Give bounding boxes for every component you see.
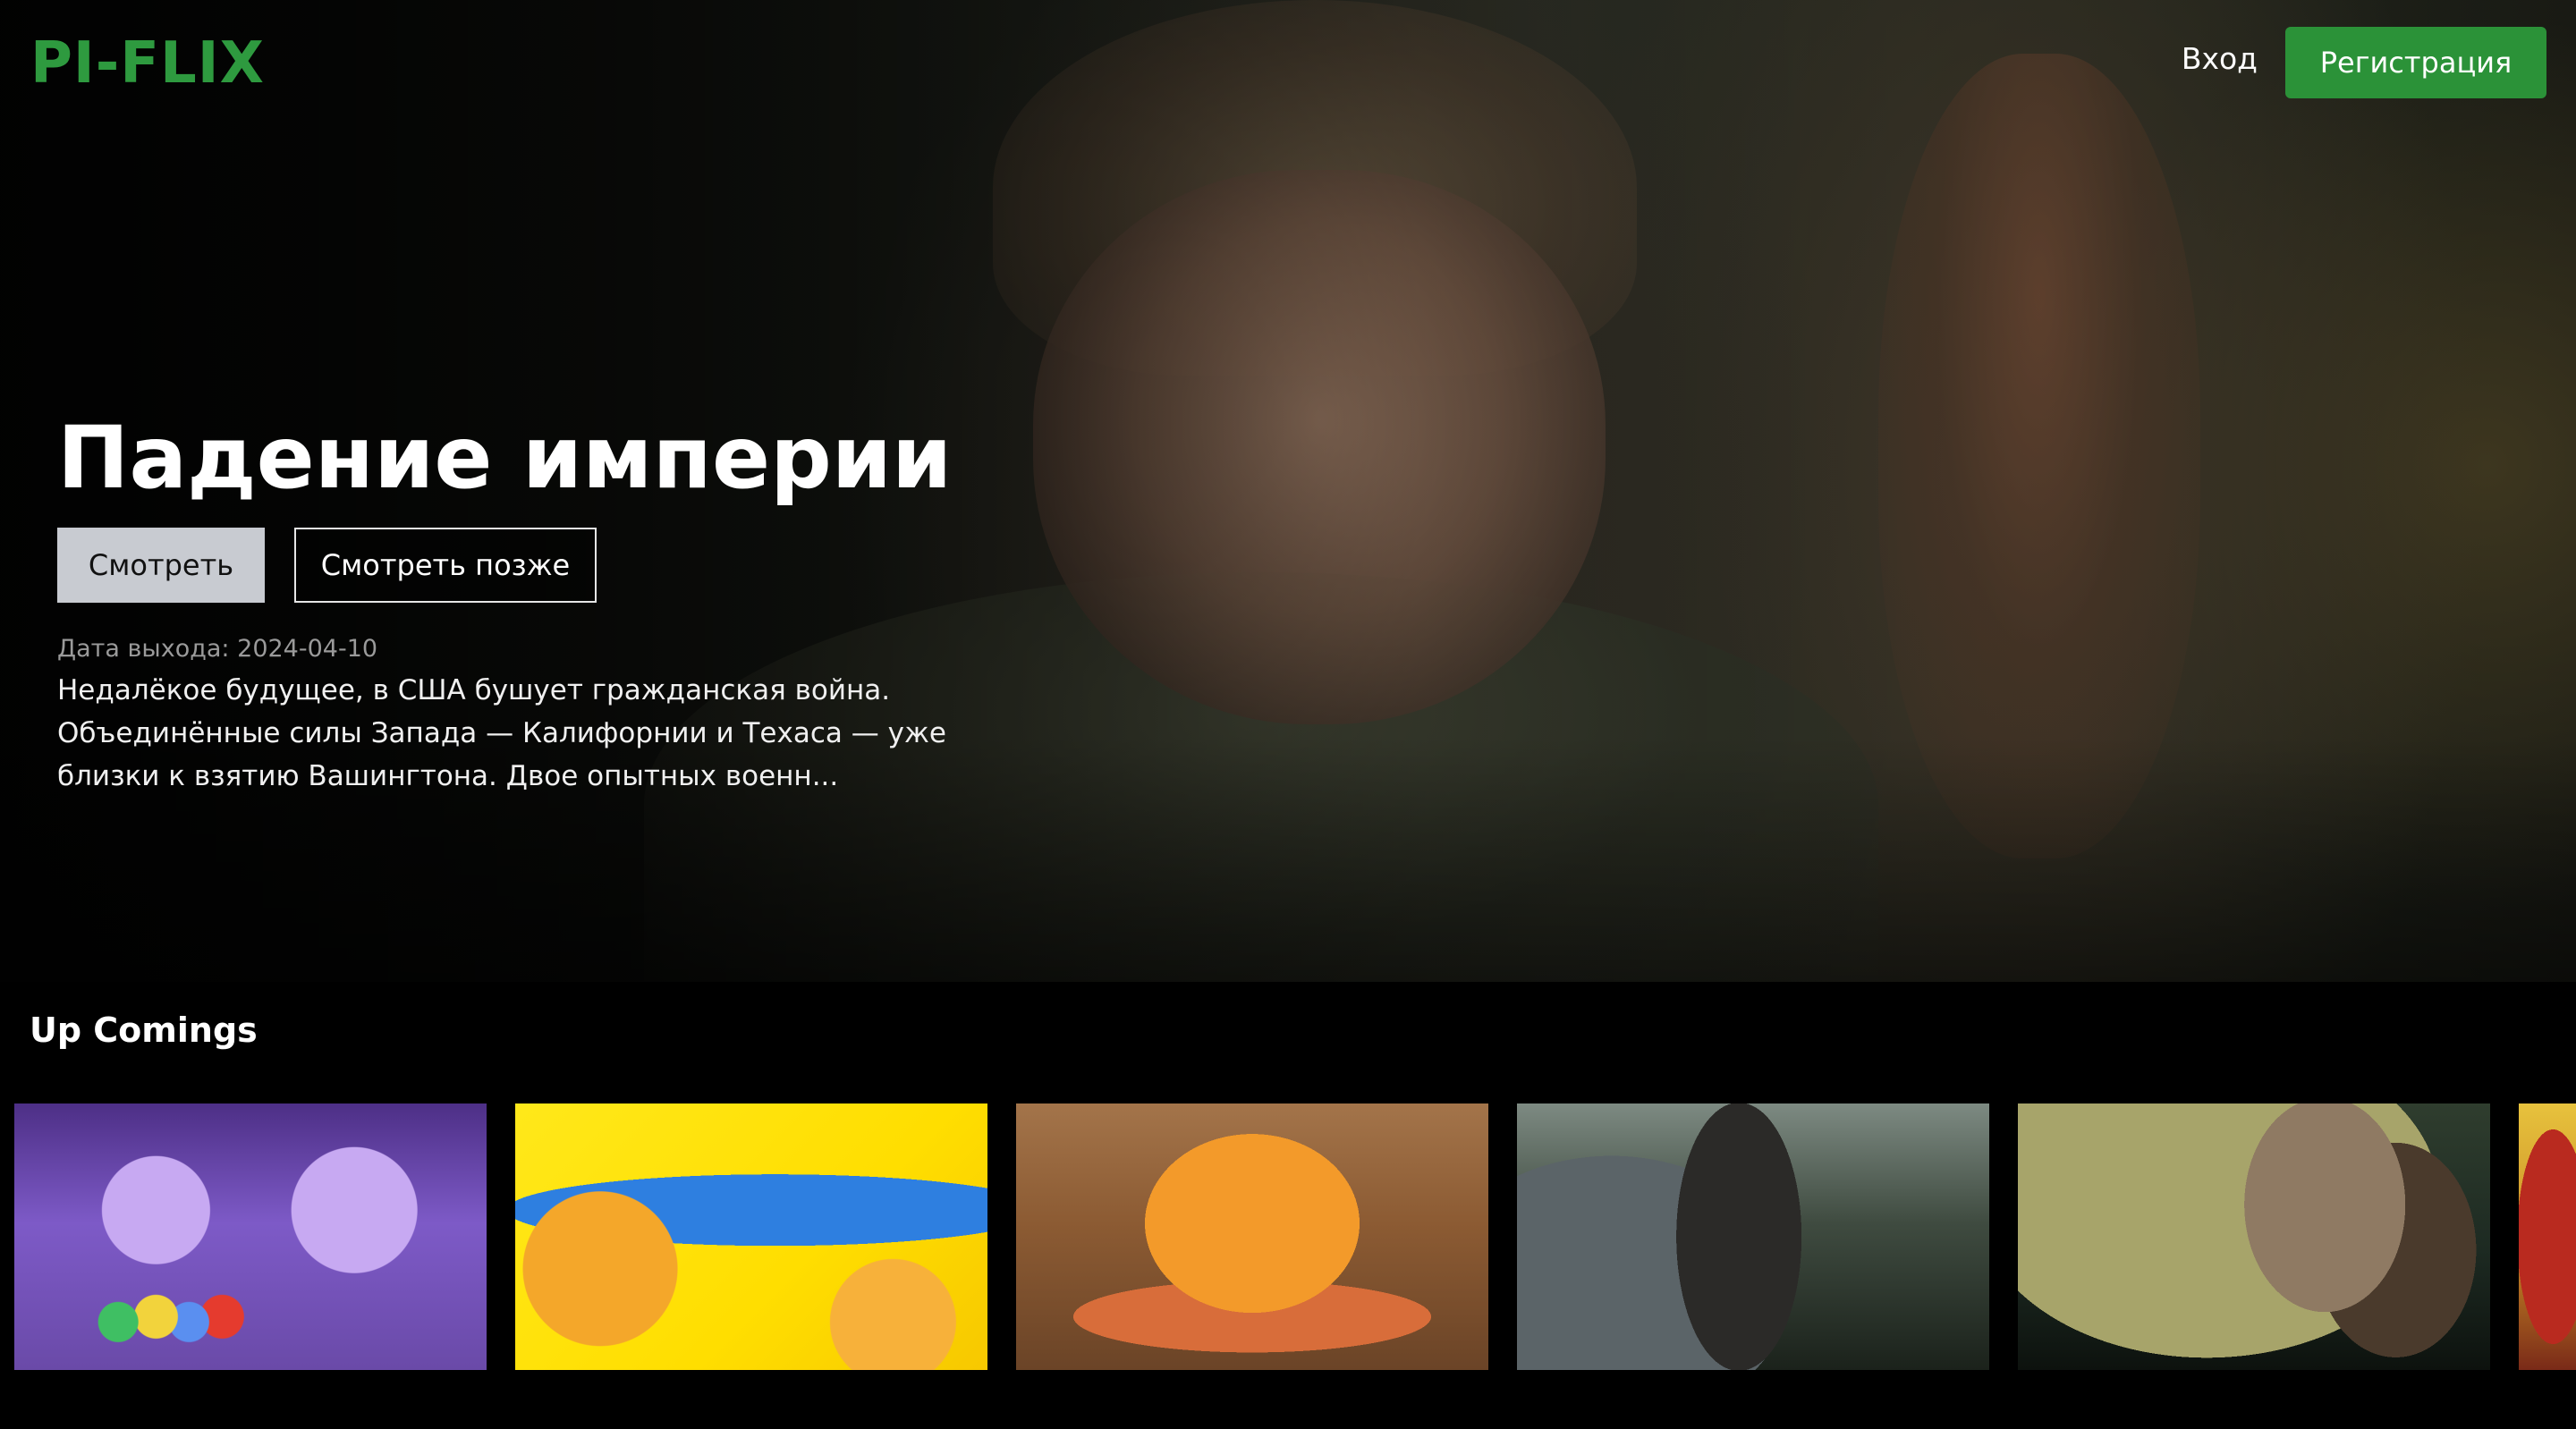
upcoming-poster-card[interactable] bbox=[1517, 1103, 1989, 1370]
poster-image bbox=[1517, 1103, 1989, 1370]
watch-button[interactable]: Смотреть bbox=[57, 528, 265, 603]
login-link[interactable]: Вход bbox=[2182, 41, 2258, 76]
poster-image bbox=[1016, 1103, 1488, 1370]
upcoming-section-title: Up Comings bbox=[30, 1010, 258, 1050]
poster-image bbox=[2519, 1103, 2576, 1370]
upcoming-poster-card[interactable] bbox=[2519, 1103, 2576, 1370]
upcoming-poster-card[interactable] bbox=[14, 1103, 487, 1370]
poster-image bbox=[14, 1103, 487, 1370]
release-date-value: 2024-04-10 bbox=[237, 635, 378, 663]
watch-later-button[interactable]: Смотреть позже bbox=[294, 528, 597, 603]
release-date: Дата выхода: 2024-04-10 bbox=[57, 633, 377, 665]
upcoming-poster-card[interactable] bbox=[515, 1103, 987, 1370]
hero-overview: Недалёкое будущее, в США бушует гражданс… bbox=[57, 674, 946, 792]
upcoming-carousel[interactable] bbox=[0, 1103, 2576, 1370]
poster-image bbox=[515, 1103, 987, 1370]
upcoming-poster-card[interactable] bbox=[1016, 1103, 1488, 1370]
upcoming-poster-card[interactable] bbox=[2018, 1103, 2490, 1370]
release-date-label: Дата выхода: bbox=[57, 635, 230, 663]
register-button[interactable]: Регистрация bbox=[2285, 27, 2546, 98]
logo[interactable]: PI-FLIX bbox=[30, 30, 265, 97]
hero-banner: PI-FLIX Вход Регистрация Падение империи… bbox=[0, 0, 2576, 982]
hero-title: Падение империи bbox=[57, 408, 953, 508]
poster-image bbox=[2018, 1103, 2490, 1370]
